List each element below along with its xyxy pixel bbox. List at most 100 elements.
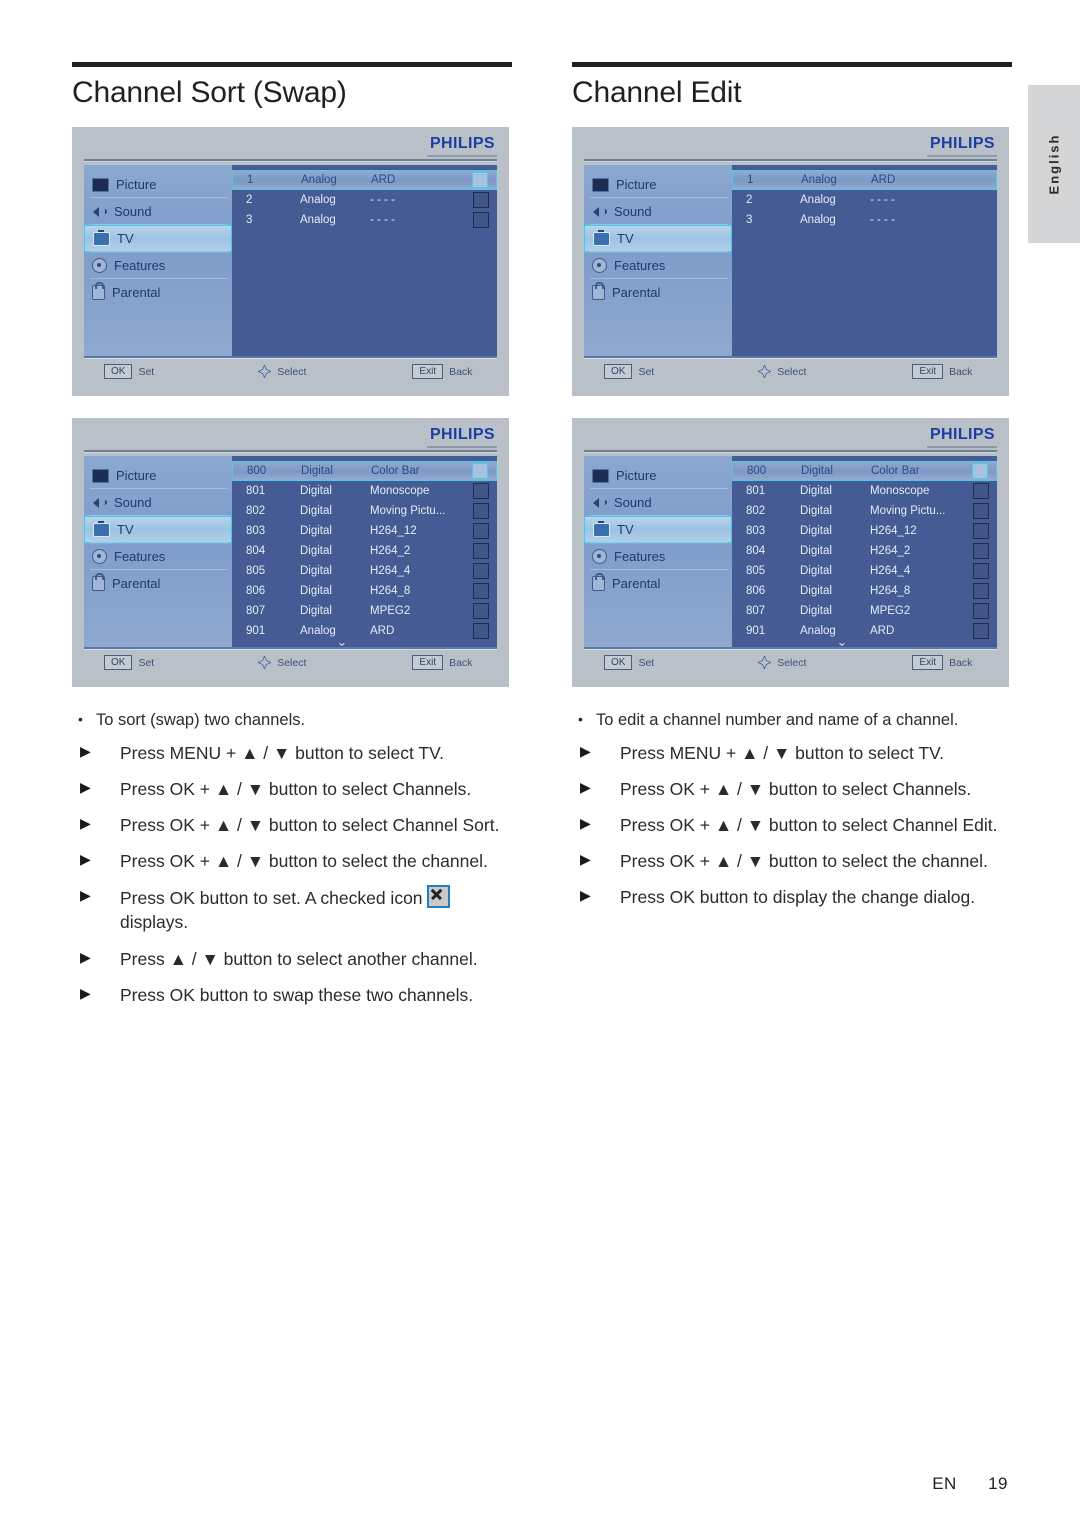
osd-footer-item[interactable]: Exit Back (412, 364, 472, 379)
channel-row[interactable]: 800 Digital Color Bar (732, 461, 997, 481)
channel-checkbox[interactable] (473, 192, 489, 208)
osd-footer-item[interactable]: Select (258, 365, 306, 378)
channel-checkbox[interactable] (973, 503, 989, 519)
sidebar-item-tv[interactable]: TV (584, 516, 732, 543)
channel-checkbox[interactable] (472, 463, 488, 479)
osd-footer-item[interactable]: Select (258, 656, 306, 669)
channel-checkbox[interactable] (973, 603, 989, 619)
channel-row[interactable]: 804 Digital H264_2 (232, 541, 497, 561)
channel-row[interactable]: 3 Analog - - - - (232, 210, 497, 230)
channel-checkbox[interactable] (473, 563, 489, 579)
language-tab: English (1028, 85, 1080, 243)
channel-row[interactable]: 800 Digital Color Bar (232, 461, 497, 481)
sidebar-item-sound[interactable]: Sound (84, 198, 232, 225)
picture-icon (592, 468, 609, 483)
step-arrow-icon: ▶ (80, 984, 91, 1001)
sidebar-item-sound[interactable]: Sound (584, 198, 732, 225)
channel-row[interactable]: 807 Digital MPEG2 (732, 601, 997, 621)
channel-name: H264_12 (870, 525, 917, 537)
sidebar-item-features[interactable]: Features (584, 252, 732, 279)
channel-row[interactable]: 2 Analog - - - - (732, 190, 997, 210)
channel-checkbox[interactable] (973, 543, 989, 559)
sidebar-item-tv[interactable]: TV (84, 225, 232, 252)
sidebar-item-picture[interactable]: Picture (84, 462, 232, 489)
channel-row[interactable]: 805 Digital H264_4 (732, 561, 997, 581)
osd-footer-item[interactable]: OK Set (604, 655, 654, 670)
sidebar-item-parental[interactable]: Parental (84, 279, 232, 306)
channel-row[interactable]: 803 Digital H264_12 (232, 521, 497, 541)
channel-checkbox[interactable] (973, 623, 989, 639)
channel-row[interactable]: 803 Digital H264_12 (732, 521, 997, 541)
sidebar-item-picture[interactable]: Picture (84, 171, 232, 198)
channel-checkbox[interactable] (473, 483, 489, 499)
channel-row[interactable]: 804 Digital H264_2 (732, 541, 997, 561)
channel-checkbox[interactable] (473, 603, 489, 619)
osd-footer-label: Set (638, 656, 655, 669)
sidebar-item-parental[interactable]: Parental (84, 570, 232, 597)
instruction-bullet-text: To sort (swap) two channels. (96, 711, 306, 729)
channel-row[interactable]: 901 Analog ARD ⌄ (732, 621, 997, 648)
sidebar-item-parental[interactable]: Parental (584, 279, 732, 306)
channel-checkbox[interactable] (973, 583, 989, 599)
channel-number: 805 (246, 565, 266, 577)
channel-checkbox[interactable] (472, 172, 488, 188)
channel-row[interactable]: 801 Digital Monoscope (232, 481, 497, 501)
channel-checkbox[interactable] (473, 583, 489, 599)
channel-row[interactable]: 901 Analog ARD ⌄ (232, 621, 497, 648)
instruction-step-text: Press OK + ▲ / ▼ button to select Channe… (120, 778, 472, 799)
osd-footer-item[interactable]: Exit Back (912, 655, 972, 670)
channel-list: 800 Digital Color Bar 801 Digital Monoscope 80… (232, 456, 497, 649)
channel-name: ARD (371, 174, 396, 186)
osd-footer-item[interactable]: Select (758, 656, 806, 669)
section-rule (572, 62, 1012, 67)
sidebar-item-features[interactable]: Features (84, 543, 232, 570)
channel-row[interactable]: 806 Digital H264_8 (732, 581, 997, 601)
speaker-icon (92, 497, 107, 509)
sidebar-item-picture[interactable]: Picture (584, 171, 732, 198)
channel-row[interactable]: 801 Digital Monoscope (732, 481, 997, 501)
osd-key-exit: Exit (912, 655, 944, 670)
osd-body: Picture Sound TV Features Parental 1 Analog ARD… (584, 165, 997, 358)
sidebar-item-features[interactable]: Features (84, 252, 232, 279)
sidebar-item-tv[interactable]: TV (84, 516, 232, 543)
sidebar-item-sound[interactable]: Sound (584, 489, 732, 516)
channel-checkbox[interactable] (473, 623, 489, 639)
picture-icon (92, 468, 109, 483)
channel-checkbox[interactable] (473, 543, 489, 559)
channel-row[interactable]: 3 Analog - - - - (732, 210, 997, 230)
channel-row[interactable]: 807 Digital MPEG2 (232, 601, 497, 621)
channel-row[interactable]: 1 Analog ARD (232, 170, 497, 190)
channel-row[interactable]: 805 Digital H264_4 (232, 561, 497, 581)
sidebar-item-label: Sound (614, 204, 652, 219)
channel-row[interactable]: 2 Analog - - - - (232, 190, 497, 210)
channel-row[interactable]: 1 Analog ARD (732, 170, 997, 190)
channel-checkbox[interactable] (973, 523, 989, 539)
channel-row[interactable]: 806 Digital H264_8 (232, 581, 497, 601)
osd-footer-item[interactable]: OK Set (104, 364, 154, 379)
osd-footer-item[interactable]: Exit Back (912, 364, 972, 379)
sidebar-item-picture[interactable]: Picture (584, 462, 732, 489)
channel-type: Digital (300, 565, 332, 577)
sidebar-item-tv[interactable]: TV (584, 225, 732, 252)
channel-checkbox[interactable] (473, 212, 489, 228)
channel-name: Moving Pictu... (870, 505, 946, 517)
channel-checkbox[interactable] (972, 463, 988, 479)
channel-row[interactable]: 802 Digital Moving Pictu... (732, 501, 997, 521)
tv-menu-screenshot: PHILIPS Picture Sound TV Features Parental 1 An… (572, 127, 1009, 396)
osd-footer-item[interactable]: OK Set (104, 655, 154, 670)
lock-icon (92, 573, 105, 591)
osd-footer-item[interactable]: OK Set (604, 364, 654, 379)
sidebar-item-parental[interactable]: Parental (584, 570, 732, 597)
channel-row[interactable]: 802 Digital Moving Pictu... (232, 501, 497, 521)
channel-checkbox[interactable] (973, 483, 989, 499)
sidebar-item-features[interactable]: Features (584, 543, 732, 570)
channel-name: - - - - (870, 214, 895, 226)
osd-footer-item[interactable]: Select (758, 365, 806, 378)
sidebar-item-sound[interactable]: Sound (84, 489, 232, 516)
channel-type: Digital (300, 585, 332, 597)
channel-checkbox[interactable] (473, 523, 489, 539)
osd-footer-item[interactable]: Exit Back (412, 655, 472, 670)
channel-checkbox[interactable] (473, 503, 489, 519)
channel-checkbox[interactable] (973, 563, 989, 579)
channel-number: 2 (746, 194, 753, 206)
